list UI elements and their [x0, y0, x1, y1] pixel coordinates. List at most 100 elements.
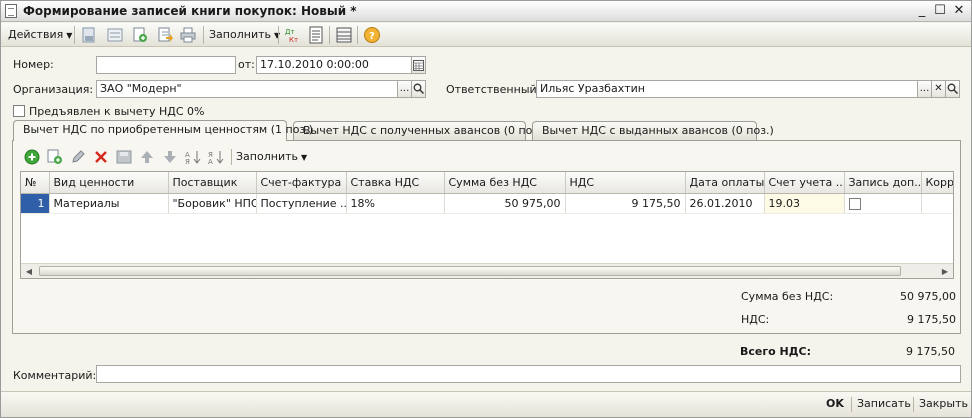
save-button[interactable]: Записать	[857, 397, 911, 410]
vat0-checkbox[interactable]	[13, 105, 25, 117]
correction-cell[interactable]	[921, 193, 953, 214]
responsible-label: Ответственный:	[446, 83, 541, 96]
sum-without-vat-cell[interactable]: 50 975,00	[444, 193, 566, 214]
column-header[interactable]: НДС	[565, 172, 686, 194]
svg-text:А: А	[208, 158, 213, 165]
chevron-down-icon: ▼	[66, 31, 73, 40]
organization-label: Организация:	[13, 83, 94, 96]
footer-divider	[913, 397, 914, 412]
post-document-icon[interactable]	[80, 26, 98, 44]
vat-total-label: НДС:	[741, 313, 770, 326]
column-header[interactable]: Дата оплаты	[685, 172, 765, 194]
sort-descending-icon[interactable]: ЯА	[208, 149, 224, 166]
row-number-cell[interactable]: 1	[21, 193, 50, 214]
scroll-right-icon[interactable]: ▶	[938, 265, 952, 278]
svg-text:Я: Я	[185, 158, 190, 165]
column-header[interactable]: Ставка НДС	[346, 172, 445, 194]
copy-row-icon[interactable]	[47, 149, 63, 165]
organization-open-button[interactable]	[411, 80, 426, 98]
edit-row-icon[interactable]	[70, 149, 86, 165]
toolbar-divider	[278, 26, 279, 44]
sum-without-vat-value: 50 975,00	[900, 290, 956, 303]
number-field[interactable]	[96, 56, 236, 74]
toolbar-divider	[357, 26, 358, 44]
grand-total-label: Всего НДС:	[740, 345, 811, 358]
actions-menu[interactable]: Действия ▼	[8, 26, 72, 44]
print-icon[interactable]	[179, 26, 197, 44]
invoice-cell[interactable]: Поступление ...	[256, 193, 347, 214]
maximize-button[interactable]: ☐	[932, 3, 948, 19]
debit-credit-icon[interactable]: Дт Кт	[283, 26, 301, 44]
organization-select-button[interactable]: ...	[397, 80, 412, 98]
copy-document-icon[interactable]	[131, 26, 149, 44]
svg-text:?: ?	[369, 31, 375, 42]
svg-text:Кт: Кт	[289, 36, 298, 44]
close-button[interactable]: Закрыть	[919, 397, 968, 410]
vat-cell[interactable]: 9 175,50	[565, 193, 686, 214]
vat-rate-cell[interactable]: 18%	[346, 193, 445, 214]
move-up-icon[interactable]	[139, 149, 155, 165]
column-header[interactable]: №	[21, 172, 50, 194]
fill-menu-label: Заполнить	[209, 28, 271, 41]
calendar-icon	[413, 60, 424, 71]
close-window-button[interactable]: ✕	[951, 3, 967, 19]
horizontal-scrollbar[interactable]: ◀ ▶	[21, 263, 953, 278]
structure-icon[interactable]	[106, 26, 124, 44]
responsible-open-button[interactable]	[945, 80, 960, 98]
document-icon	[5, 4, 17, 18]
column-header[interactable]: Корре	[921, 172, 953, 194]
move-down-icon[interactable]	[162, 149, 178, 165]
column-header[interactable]: Вид ценности	[49, 172, 169, 194]
date-field[interactable]: 17.10.2010 0:00:00	[256, 56, 412, 74]
footer-bar: OK Записать Закрыть	[1, 391, 971, 417]
fill-document-icon[interactable]	[156, 26, 174, 44]
table-header-row: № Вид ценности Поставщик Счет-фактура Ст…	[21, 172, 953, 194]
vat-total-value: 9 175,50	[907, 313, 956, 326]
tab-issued-advances[interactable]: Вычет НДС с выданных авансов (0 поз.)	[532, 121, 774, 140]
title-bar: Формирование записей книги покупок: Новы…	[1, 1, 971, 22]
delete-row-icon[interactable]	[93, 149, 109, 165]
svg-text:Дт: Дт	[285, 28, 295, 36]
scrollbar-thumb[interactable]	[39, 266, 901, 276]
end-edit-icon[interactable]	[116, 149, 132, 165]
responsible-clear-button[interactable]: ✕	[931, 80, 946, 98]
ok-button[interactable]: OK	[826, 397, 844, 410]
comment-label: Комментарий:	[13, 369, 97, 382]
column-header[interactable]: Запись доп...	[844, 172, 922, 194]
comment-field[interactable]	[96, 365, 961, 383]
actions-menu-label: Действия	[8, 28, 64, 41]
toolbar-divider	[203, 26, 204, 44]
column-header[interactable]: Счет учета ...	[764, 172, 845, 194]
tab-received-advances[interactable]: Вычет НДС с полученных авансов (0 поз.)	[293, 121, 546, 140]
table-row[interactable]: 1 Материалы "Боровик" НПО Поступление ..…	[21, 193, 953, 214]
sum-without-vat-label: Сумма без НДС:	[741, 290, 834, 303]
toolbar-divider	[74, 26, 75, 44]
calendar-button[interactable]	[411, 56, 426, 74]
add-row-icon[interactable]	[24, 149, 40, 165]
column-header[interactable]: Счет-фактура	[256, 172, 347, 194]
list-settings-icon[interactable]	[335, 26, 353, 44]
date-label: от:	[238, 58, 255, 71]
column-header[interactable]: Поставщик	[168, 172, 257, 194]
scroll-left-icon[interactable]: ◀	[22, 265, 36, 278]
help-icon[interactable]: ?	[363, 26, 381, 44]
minimize-button[interactable]: _	[914, 3, 930, 19]
payment-date-cell[interactable]: 26.01.2010	[685, 193, 765, 214]
supplier-cell[interactable]: "Боровик" НПО	[168, 193, 257, 214]
column-header[interactable]: Сумма без НДС	[444, 172, 566, 194]
fill-menu[interactable]: Заполнить▼	[209, 26, 280, 44]
tab-panel: АЯ ЯА Заполнить ▼ № Вид ценности Поставщ…	[12, 140, 961, 334]
additional-entry-cell[interactable]	[844, 193, 922, 214]
sort-ascending-icon[interactable]: АЯ	[185, 149, 201, 166]
report-icon[interactable]	[307, 26, 325, 44]
toolbar-divider	[329, 26, 330, 44]
search-icon	[947, 83, 959, 95]
additional-entry-checkbox[interactable]	[848, 197, 861, 210]
table-fill-menu[interactable]: Заполнить ▼	[236, 148, 307, 166]
account-cell[interactable]: 19.03	[764, 193, 845, 214]
responsible-select-button[interactable]: ...	[917, 80, 932, 98]
organization-field[interactable]: ЗАО "Модерн"	[96, 80, 398, 98]
responsible-field[interactable]: Ильяс Уразбахтин	[536, 80, 918, 98]
tab-acquired-values[interactable]: Вычет НДС по приобретенным ценностям (1 …	[13, 120, 313, 141]
value-type-cell[interactable]: Материалы	[49, 193, 169, 214]
